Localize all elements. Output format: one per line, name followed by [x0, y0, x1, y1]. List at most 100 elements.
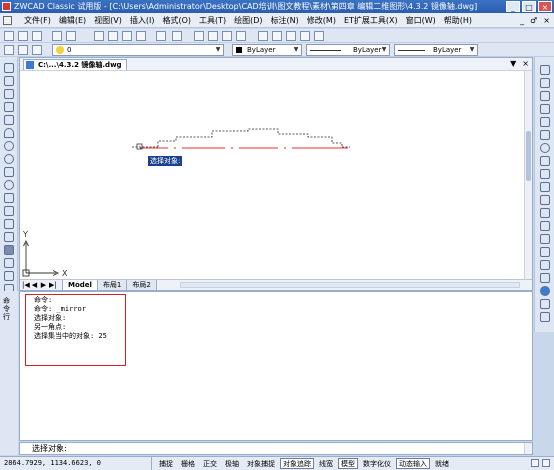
- toggle-snap[interactable]: 捕捉: [156, 458, 176, 469]
- help-icon[interactable]: [314, 31, 324, 41]
- stretch-icon[interactable]: [540, 169, 550, 179]
- tray-lock-icon[interactable]: [531, 459, 539, 467]
- polyline-icon[interactable]: [4, 89, 14, 99]
- fillet-icon[interactable]: [540, 273, 550, 283]
- command-scrollbar[interactable]: [524, 443, 532, 454]
- menu-view[interactable]: 视图(V): [90, 13, 126, 28]
- save-icon[interactable]: [32, 31, 42, 41]
- menu-file[interactable]: 文件(F): [20, 13, 55, 28]
- new-icon[interactable]: [4, 31, 14, 41]
- join-icon[interactable]: [540, 247, 550, 257]
- erase-icon[interactable]: [540, 65, 550, 75]
- rotate-icon[interactable]: [540, 143, 550, 153]
- scale-icon[interactable]: [540, 156, 550, 166]
- command-input[interactable]: 选择对象:: [19, 442, 533, 455]
- layer-manager-icon[interactable]: [4, 45, 14, 55]
- ellipse-icon[interactable]: [4, 180, 14, 190]
- line-icon[interactable]: [4, 63, 14, 73]
- menu-draw[interactable]: 绘图(D): [230, 13, 266, 28]
- doc-minimize-button[interactable]: _: [520, 13, 524, 28]
- calculator-icon[interactable]: [300, 31, 310, 41]
- ellipse-arc-icon[interactable]: [4, 193, 14, 203]
- design-center-icon[interactable]: [272, 31, 282, 41]
- doc-restore-button[interactable]: ♂: [530, 13, 537, 28]
- tool-palette-icon[interactable]: [286, 31, 296, 41]
- construction-line-icon[interactable]: [4, 76, 14, 86]
- maximize-button[interactable]: □: [522, 1, 536, 12]
- zoom-window-icon[interactable]: [222, 31, 232, 41]
- menu-tools[interactable]: 工具(T): [195, 13, 230, 28]
- document-tab[interactable]: C:\...\4.3.2 镜像轴.dwg: [23, 59, 127, 70]
- menu-insert[interactable]: 插入(I): [126, 13, 159, 28]
- move-icon[interactable]: [540, 130, 550, 140]
- zoom-previous-icon[interactable]: [236, 31, 246, 41]
- toggle-model[interactable]: 模型: [338, 458, 358, 469]
- break-icon[interactable]: [540, 234, 550, 244]
- toggle-tablet[interactable]: 数字化仪: [360, 458, 394, 469]
- spline-icon[interactable]: [4, 167, 14, 177]
- toggle-grid[interactable]: 栅格: [178, 458, 198, 469]
- layer-dropdown[interactable]: 0 ▼: [52, 44, 224, 56]
- trim-icon[interactable]: [540, 195, 550, 205]
- toggle-otrack[interactable]: 对象追踪: [280, 458, 314, 469]
- chamfer-icon[interactable]: [540, 260, 550, 270]
- region-icon[interactable]: [4, 271, 14, 281]
- polygon-icon[interactable]: [4, 102, 14, 112]
- copy-icon[interactable]: [108, 31, 118, 41]
- menu-edit[interactable]: 编辑(E): [55, 13, 90, 28]
- menu-window[interactable]: 窗口(W): [402, 13, 440, 28]
- menu-help[interactable]: 帮助(H): [440, 13, 476, 28]
- hatch-icon[interactable]: [4, 245, 14, 255]
- paste-icon[interactable]: [122, 31, 132, 41]
- tab-list-button[interactable]: ▼: [510, 58, 516, 70]
- tab-model[interactable]: Model: [62, 280, 98, 291]
- insert-block-icon[interactable]: [4, 206, 14, 216]
- circle-icon[interactable]: [4, 141, 14, 151]
- mirror-icon[interactable]: [540, 91, 550, 101]
- lineweight-dropdown[interactable]: ByLayer ▼: [394, 44, 478, 56]
- vertical-scrollbar[interactable]: [524, 71, 532, 279]
- minimize-button[interactable]: _: [506, 1, 520, 12]
- tray-settings-icon[interactable]: [542, 459, 550, 467]
- match-properties-icon[interactable]: [136, 31, 146, 41]
- last-layout-button[interactable]: ▶|: [49, 280, 57, 290]
- donut-icon[interactable]: [4, 154, 14, 164]
- redo-icon[interactable]: [172, 31, 182, 41]
- explode-icon[interactable]: [540, 286, 550, 296]
- toggle-polar[interactable]: 极轴: [222, 458, 242, 469]
- arc-icon[interactable]: [4, 128, 14, 138]
- prev-layout-button[interactable]: ◀: [31, 280, 38, 290]
- make-block-icon[interactable]: [4, 219, 14, 229]
- toggle-osnap[interactable]: 对象捕捉: [244, 458, 278, 469]
- layer-previous-icon[interactable]: [32, 45, 42, 55]
- toggle-ortho[interactable]: 正交: [200, 458, 220, 469]
- tab-layout2[interactable]: 布局2: [126, 280, 157, 291]
- cut-icon[interactable]: [94, 31, 104, 41]
- menu-modify[interactable]: 修改(M): [303, 13, 340, 28]
- offset-icon[interactable]: [540, 104, 550, 114]
- preview-icon[interactable]: [66, 31, 76, 41]
- linetype-dropdown[interactable]: ByLayer ▼: [306, 44, 390, 56]
- next-layout-button[interactable]: ▶: [40, 280, 47, 290]
- extend-icon[interactable]: [540, 208, 550, 218]
- doc-close-button[interactable]: ×: [543, 13, 550, 28]
- gradient-icon[interactable]: [4, 258, 14, 268]
- rectangle-icon[interactable]: [4, 115, 14, 125]
- open-icon[interactable]: [18, 31, 28, 41]
- point-icon[interactable]: [4, 232, 14, 242]
- toggle-lineweight[interactable]: 线宽: [316, 458, 336, 469]
- tab-layout1[interactable]: 布局1: [96, 280, 128, 291]
- lengthen-icon[interactable]: [540, 182, 550, 192]
- menu-format[interactable]: 格式(O): [158, 13, 195, 28]
- toggle-dynamic-input[interactable]: 动态输入: [396, 458, 430, 469]
- pan-icon[interactable]: [194, 31, 204, 41]
- color-dropdown[interactable]: ByLayer ▼: [232, 44, 302, 56]
- close-button[interactable]: ×: [538, 1, 552, 12]
- drawing-canvas[interactable]: Y X 选择对象:: [20, 71, 525, 279]
- horizontal-scrollbar[interactable]: [180, 282, 520, 288]
- layer-state-icon[interactable]: [18, 45, 28, 55]
- tab-close-button[interactable]: ×: [522, 58, 529, 70]
- edit-spline-icon[interactable]: [540, 312, 550, 322]
- properties-icon[interactable]: [258, 31, 268, 41]
- undo-icon[interactable]: [156, 31, 166, 41]
